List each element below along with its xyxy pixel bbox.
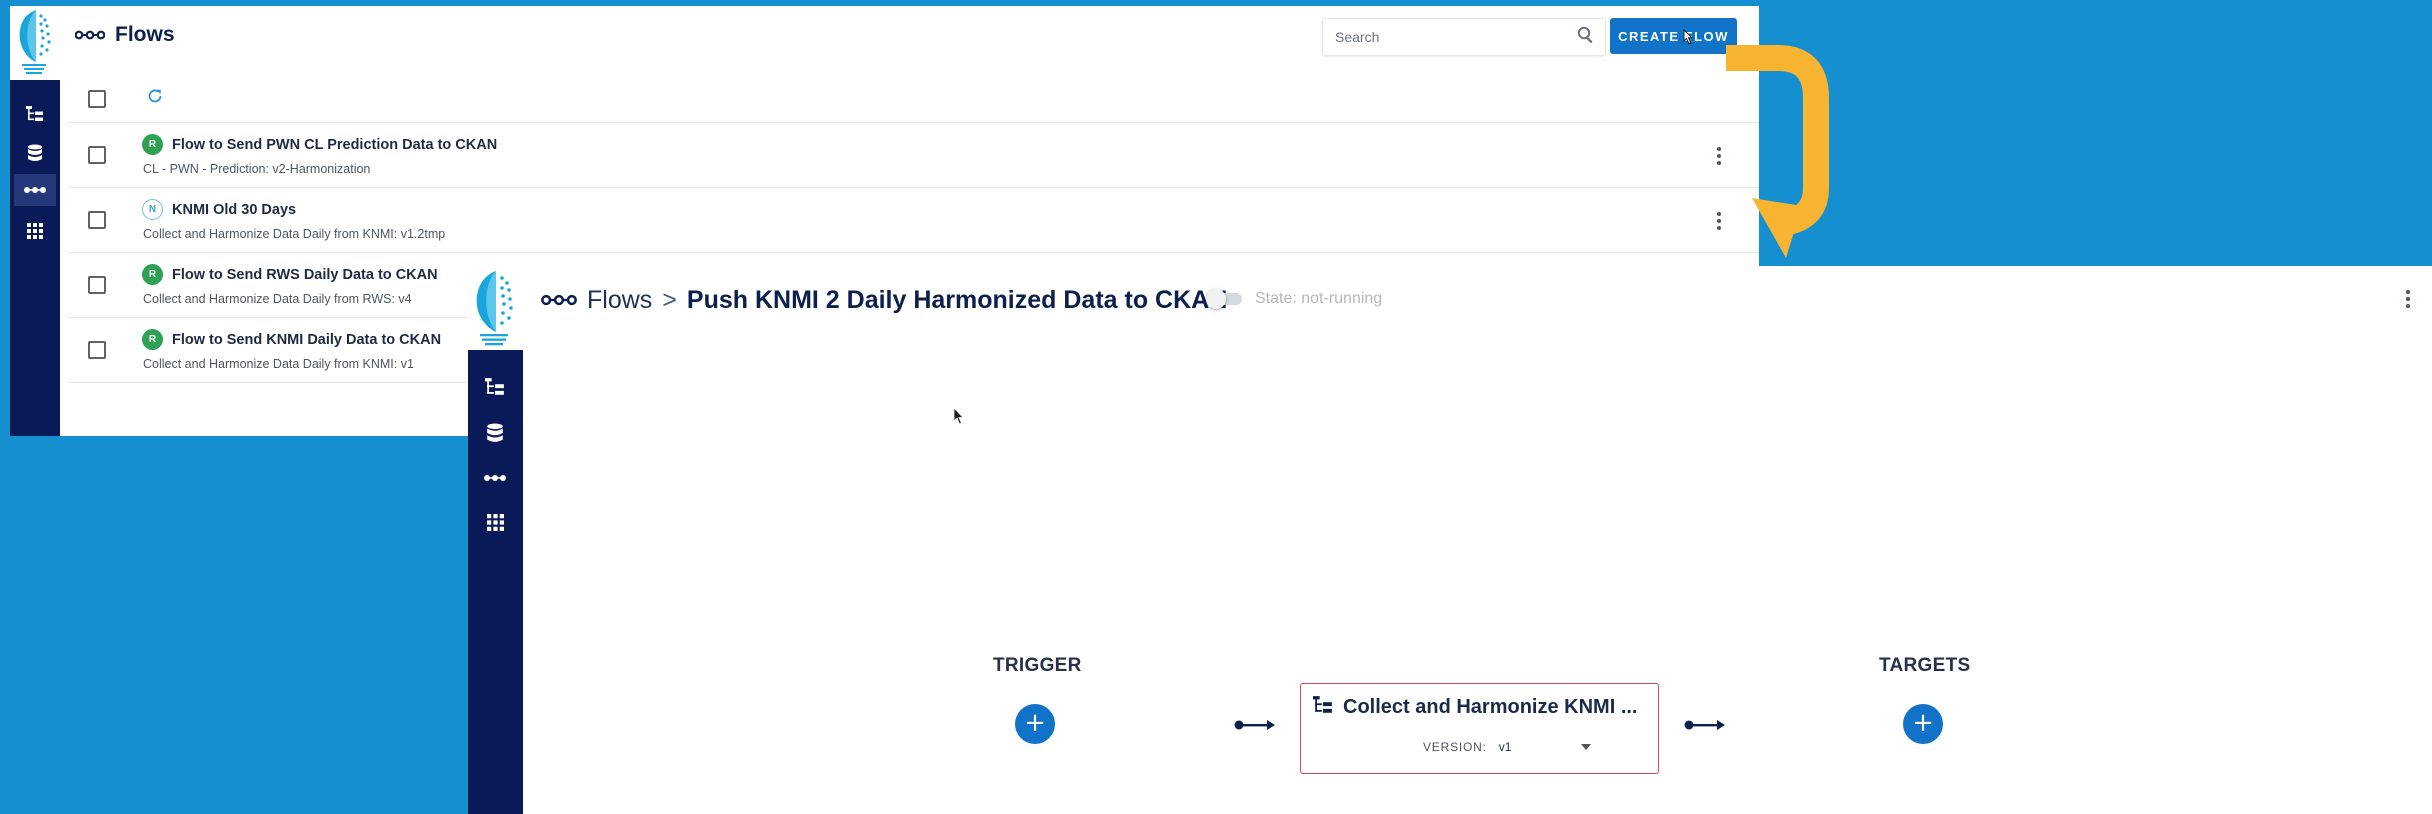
breadcrumb: Flows > Push KNMI 2 Daily Harmonized Dat…	[541, 280, 1227, 320]
status-badge: N	[142, 199, 163, 220]
cursor-icon	[1683, 28, 1694, 45]
row-checkbox[interactable]	[88, 276, 106, 294]
refresh-icon[interactable]	[146, 87, 164, 110]
flow-name[interactable]: Flow to Send RWS Daily Data to CKAN	[172, 267, 438, 283]
list-header	[68, 75, 1759, 123]
page-title: Flows	[115, 23, 175, 46]
grid-icon[interactable]	[23, 221, 47, 241]
flow-icon	[541, 293, 577, 307]
connector-arrow-icon	[1234, 720, 1275, 730]
transition-arrow-icon	[1726, 45, 1829, 258]
list-item-text: R Flow to Send RWS Daily Data to CKAN Co…	[142, 264, 438, 306]
flow-subtitle: CL - PWN - Prediction: v2-Harmonization	[143, 162, 371, 176]
flow-subtitle: Collect and Harmonize Data Daily from KN…	[143, 227, 446, 241]
list-item[interactable]: R Flow to Send PWN CL Prediction Data to…	[68, 123, 1759, 188]
row-checkbox[interactable]	[88, 146, 106, 164]
select-all-checkbox[interactable]	[88, 89, 106, 108]
database-icon[interactable]	[23, 143, 47, 163]
page-header: Flows	[75, 20, 175, 50]
tree-icon[interactable]	[482, 376, 508, 398]
search-icon[interactable]	[1577, 26, 1595, 49]
flow-detail-window: Flows > Push KNMI 2 Daily Harmonized Dat…	[468, 266, 2432, 814]
version-label: VERSION:	[1423, 740, 1487, 754]
flow-subtitle: Collect and Harmonize Data Daily from RW…	[143, 292, 412, 306]
state-label: State: not-running	[1255, 290, 1383, 307]
search-input[interactable]	[1333, 28, 1577, 46]
breadcrumb-flows-link[interactable]: Flows	[587, 286, 652, 315]
flow-icon	[75, 29, 105, 41]
state-toggle[interactable]	[1206, 289, 1242, 309]
add-trigger-button[interactable]: +	[1015, 704, 1055, 744]
search-box[interactable]	[1322, 18, 1606, 56]
plus-icon: +	[1912, 708, 1934, 738]
row-checkbox[interactable]	[88, 211, 106, 229]
database-icon[interactable]	[482, 422, 508, 444]
list-item-text: R Flow to Send KNMI Daily Data to CKAN C…	[142, 329, 441, 371]
workflow-card-title: Collect and Harmonize KNMI ...	[1343, 696, 1638, 718]
grid-icon[interactable]	[482, 511, 508, 533]
page-title: Push KNMI 2 Daily Harmonized Data to CKA…	[686, 285, 1228, 314]
tree-icon	[1313, 696, 1333, 719]
flow-subtitle: Collect and Harmonize Data Daily from KN…	[143, 357, 414, 371]
flow-icon[interactable]	[480, 468, 510, 488]
side-nav	[468, 350, 523, 814]
version-select[interactable]: VERSION: v1	[1423, 740, 1591, 754]
tree-icon[interactable]	[23, 104, 47, 124]
workflow-card[interactable]: Collect and Harmonize KNMI ... VERSION: …	[1300, 683, 1659, 774]
connector-arrow-icon	[1684, 720, 1725, 730]
list-item-text: N KNMI Old 30 Days Collect and Harmonize…	[142, 199, 445, 241]
status-badge: R	[142, 134, 163, 155]
row-checkbox[interactable]	[88, 341, 106, 359]
status-badge: R	[142, 264, 163, 285]
flow-name[interactable]: Flow to Send PWN CL Prediction Data to C…	[172, 137, 497, 153]
version-value[interactable]: v1	[1499, 740, 1569, 754]
cursor-icon	[953, 407, 964, 425]
kebab-icon[interactable]	[2403, 288, 2413, 310]
flow-name[interactable]: KNMI Old 30 Days	[172, 202, 296, 218]
status-badge: R	[142, 329, 163, 350]
breadcrumb-separator: >	[662, 285, 677, 314]
chevron-down-icon[interactable]	[1580, 744, 1591, 750]
plus-icon: +	[1024, 708, 1046, 738]
list-item-text: R Flow to Send PWN CL Prediction Data to…	[142, 134, 497, 176]
list-item[interactable]: N KNMI Old 30 Days Collect and Harmonize…	[68, 188, 1759, 253]
add-target-button[interactable]: +	[1903, 704, 1943, 744]
app-logo	[476, 271, 513, 346]
flow-name[interactable]: Flow to Send KNMI Daily Data to CKAN	[172, 332, 441, 348]
app-logo	[19, 10, 51, 74]
trigger-label: TRIGGER	[993, 655, 1082, 676]
side-nav	[10, 80, 60, 436]
targets-label: TARGETS	[1879, 655, 1971, 676]
flow-icon[interactable]	[21, 180, 49, 200]
